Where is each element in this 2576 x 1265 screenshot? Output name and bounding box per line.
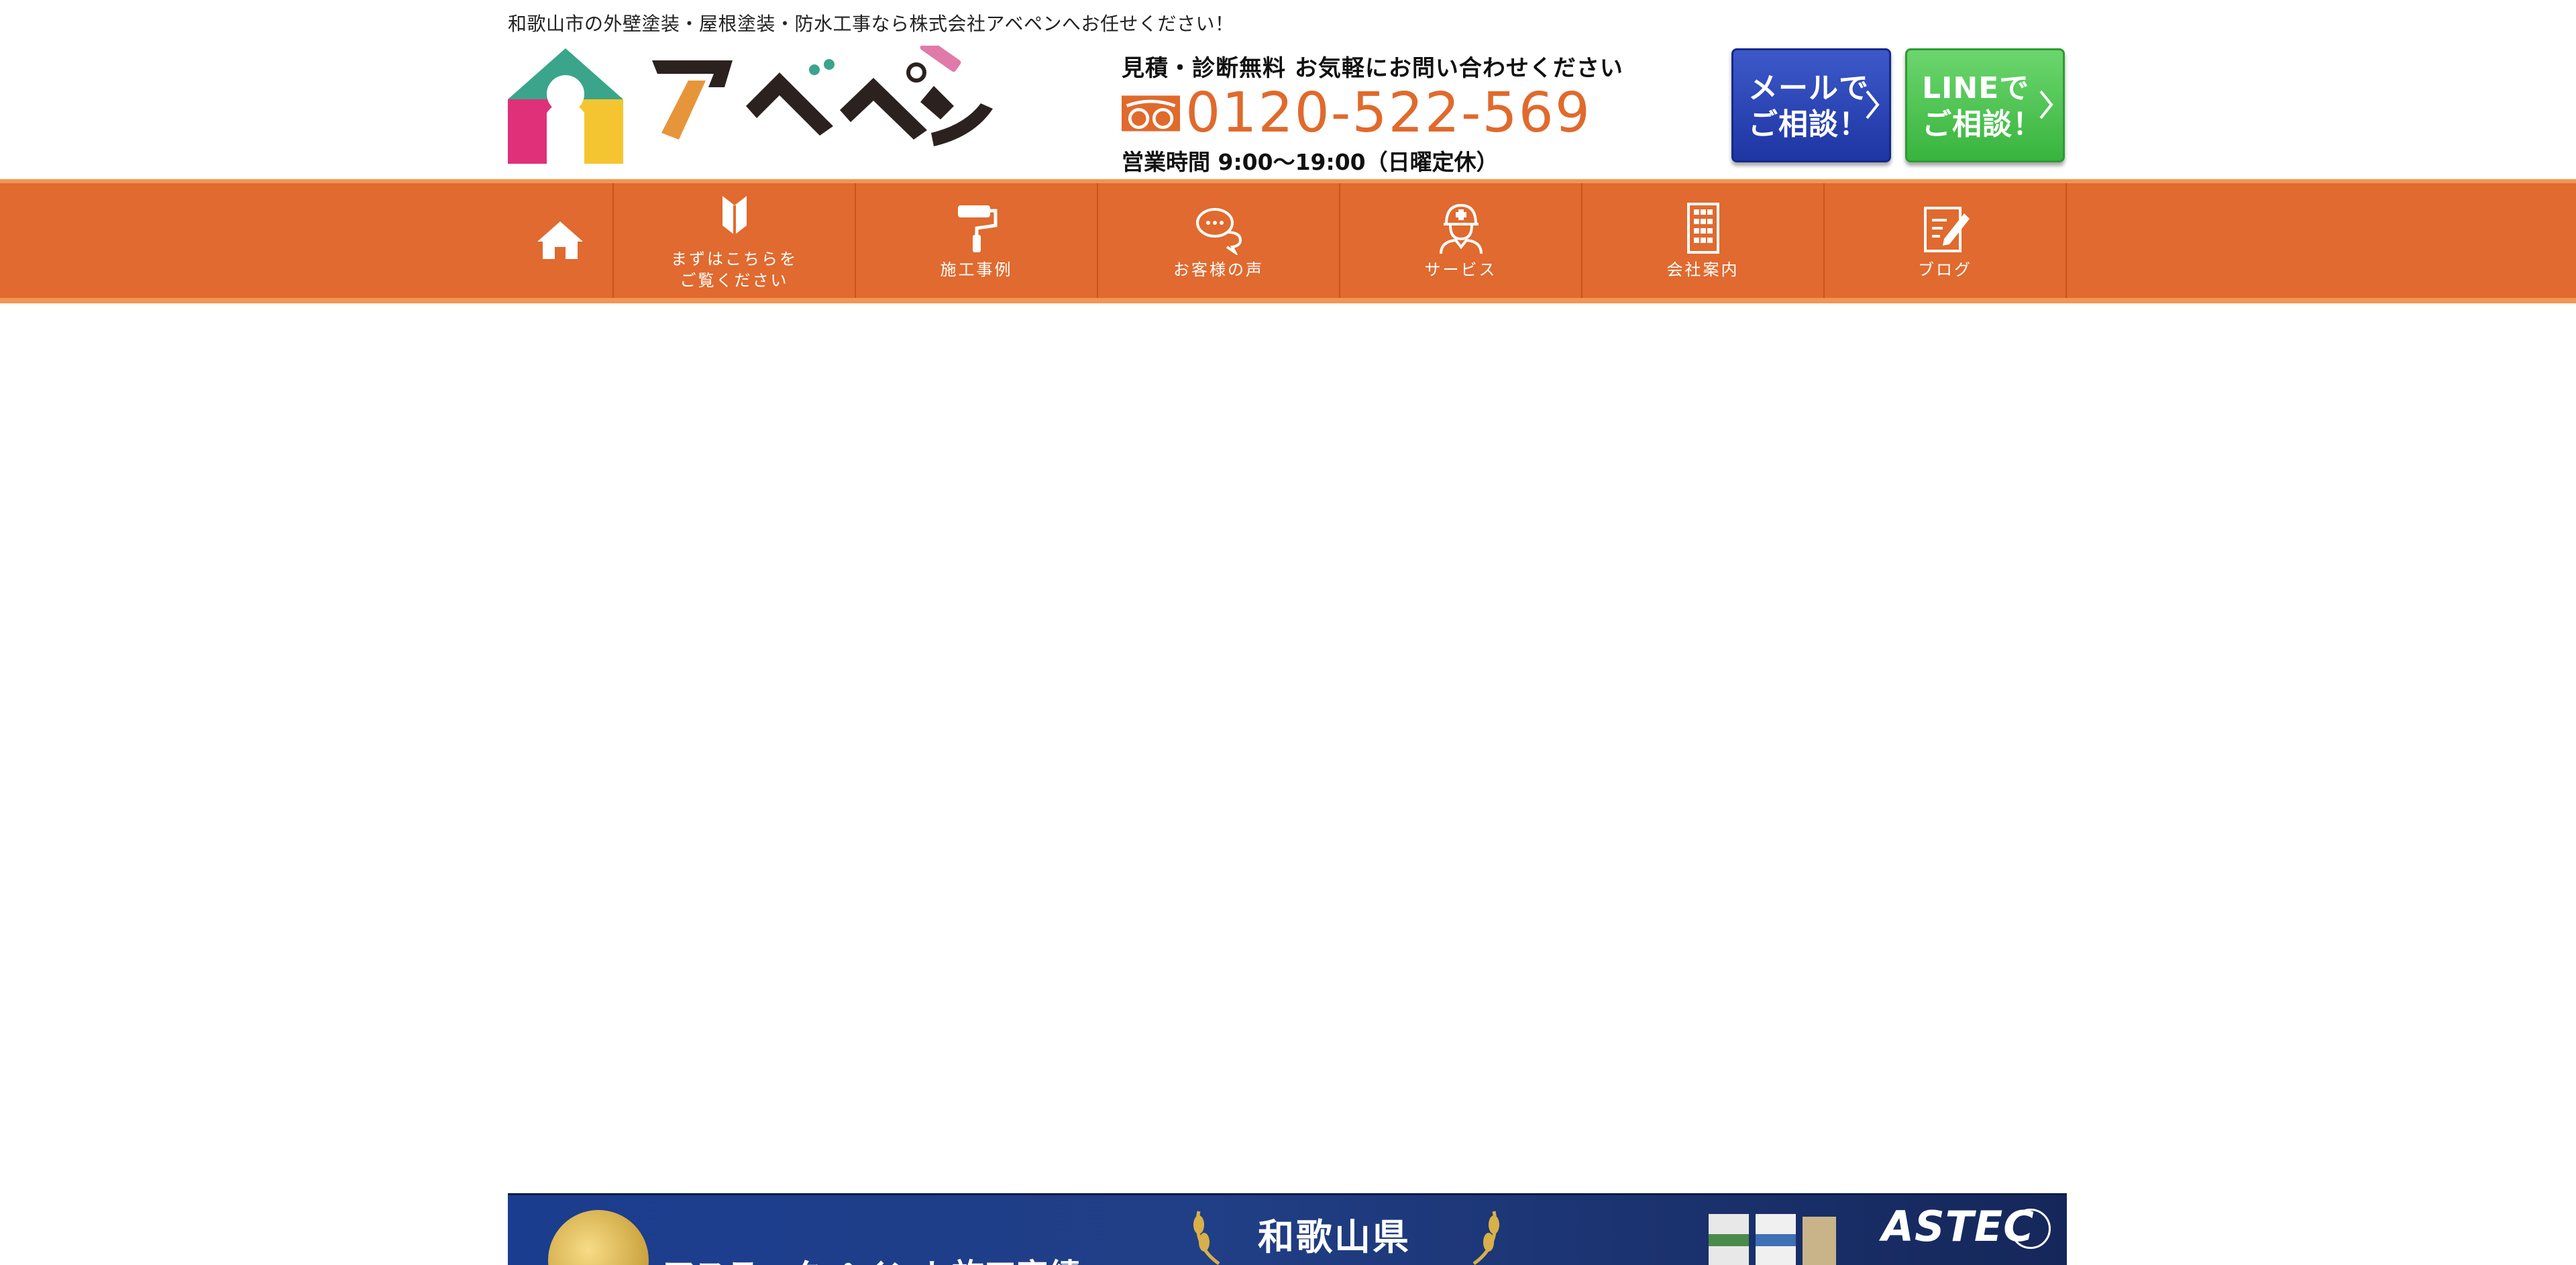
nav-item-services[interactable]: サービス	[1340, 183, 1582, 298]
nav-label-voices: お客様の声	[1173, 260, 1264, 279]
nav-item-home[interactable]	[508, 183, 614, 298]
gold-medal-icon	[548, 1210, 649, 1265]
laurel-right-icon	[1472, 1211, 1499, 1265]
astec-banner[interactable]: アステックペイント施工実績 和歌山県 ASTEC	[508, 1193, 2067, 1265]
chevron-right-icon	[1866, 90, 1880, 119]
banner-region: 和歌山県	[1258, 1216, 1411, 1258]
nav-item-first-visit[interactable]: まずはこちらを ご覧ください	[614, 183, 856, 298]
phone-row[interactable]: 0120-522-569	[1122, 84, 1591, 143]
nav-label-blog: ブログ	[1918, 260, 1972, 279]
line-consult-button[interactable]: LINEで ご相談！	[1905, 48, 2065, 162]
nav-item-blog[interactable]: ブログ	[1825, 183, 2067, 298]
nav-label-first-visit-line1: まずはこちらを	[671, 249, 798, 268]
nav-item-works[interactable]: 施工事例	[856, 183, 1098, 298]
free-dial-icon	[1122, 95, 1181, 132]
mail-consult-button[interactable]: メールで ご相談！	[1731, 48, 1891, 162]
paint-cans-image	[1709, 1214, 1836, 1265]
speech-bubbles-icon	[1195, 207, 1242, 255]
contact-lead: 見積・診断無料 お気軽にお問い合わせください	[1122, 55, 1623, 82]
nav-label-company: 会社案内	[1666, 260, 1739, 279]
nav-label-services: サービス	[1424, 260, 1497, 279]
nav-item-voices[interactable]: お客様の声	[1098, 183, 1340, 298]
brand-seal-icon	[2010, 1209, 2051, 1249]
banner-headline: アステックペイント施工実績	[662, 1249, 1081, 1265]
home-icon	[537, 221, 583, 259]
phone-number[interactable]: 0120-522-569	[1185, 84, 1591, 143]
paint-roller-icon	[957, 205, 997, 252]
contact-block: 見積・診断無料 お気軽にお問い合わせください 0120-522-569 営業時間…	[1122, 50, 1623, 176]
note-pen-icon	[1923, 206, 1970, 252]
beginner-mark-icon	[722, 195, 747, 235]
global-nav: まずはこちらを ご覧ください 施工事例 お客様の声 サービス 会社案内 ブログ	[0, 179, 2576, 303]
site-logo[interactable]	[508, 46, 993, 166]
chevron-right-icon	[2039, 90, 2053, 119]
nav-item-company[interactable]: 会社案内	[1582, 183, 1825, 298]
worker-icon	[1439, 203, 1483, 254]
global-nav-items: まずはこちらを ご覧ください 施工事例 お客様の声 サービス 会社案内 ブログ	[508, 183, 2067, 298]
logo-wordmark	[652, 46, 993, 146]
nav-label-first-visit-line2: ご覧ください	[680, 270, 789, 290]
laurel-left-icon	[1193, 1211, 1220, 1265]
nav-label-first-visit: まずはこちらを ご覧ください	[671, 248, 798, 291]
logo-mark-icon	[508, 48, 623, 164]
nav-label-works: 施工事例	[940, 260, 1013, 279]
site-tagline: 和歌山市の外壁塗装・屋根塗装・防水工事なら株式会社アベペンへお任せください！	[508, 13, 1234, 35]
business-hours: 営業時間 9:00〜19:00（日曜定休）	[1122, 149, 1499, 175]
building-icon	[1686, 202, 1719, 254]
